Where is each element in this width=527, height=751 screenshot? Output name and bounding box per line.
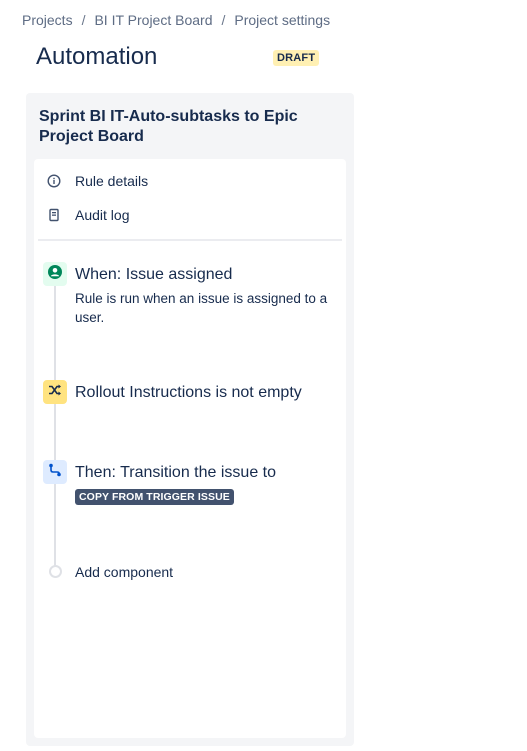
breadcrumb: Projects / BI IT Project Board / Project set… (22, 12, 330, 28)
audit-log-link[interactable]: Audit log (46, 205, 129, 225)
rule-card (34, 159, 346, 738)
breadcrumb-projects[interactable]: Projects (22, 12, 73, 28)
condition-node[interactable] (43, 380, 67, 404)
rule-name: Sprint BI IT-Auto-subtasks to Epic Proje… (39, 108, 298, 145)
breadcrumb-separator: / (221, 12, 226, 28)
add-component-button[interactable]: Add component (75, 564, 173, 580)
trigger-node[interactable] (43, 262, 67, 286)
breadcrumb-separator: / (81, 12, 86, 28)
audit-log-label: Audit log (75, 207, 130, 223)
divider (38, 239, 342, 241)
page-title: Automation (36, 43, 158, 70)
rule-details-link[interactable]: Rule details (46, 171, 148, 191)
user-circle-icon (47, 264, 63, 285)
trigger-description: Rule is run when an issue is assigned to… (75, 291, 328, 325)
info-icon (46, 173, 62, 189)
status-badge: DRAFT (273, 50, 320, 66)
shuffle-icon (47, 382, 63, 403)
rule-details-label: Rule details (75, 173, 149, 189)
timeline-line (54, 284, 56, 570)
transition-icon (47, 462, 63, 483)
copy-from-trigger-tag: COPY FROM TRIGGER ISSUE (75, 489, 234, 505)
trigger-title[interactable]: When: Issue assigned (75, 266, 232, 284)
breadcrumb-project-settings[interactable]: Project settings (234, 12, 330, 28)
breadcrumb-project-board[interactable]: BI IT Project Board (94, 12, 212, 28)
action-title[interactable]: Then: Transition the issue to (75, 464, 276, 482)
condition-title[interactable]: Rollout Instructions is not empty (75, 384, 302, 402)
add-component-circle (49, 565, 62, 578)
document-icon (46, 207, 62, 223)
action-node[interactable] (43, 460, 67, 484)
